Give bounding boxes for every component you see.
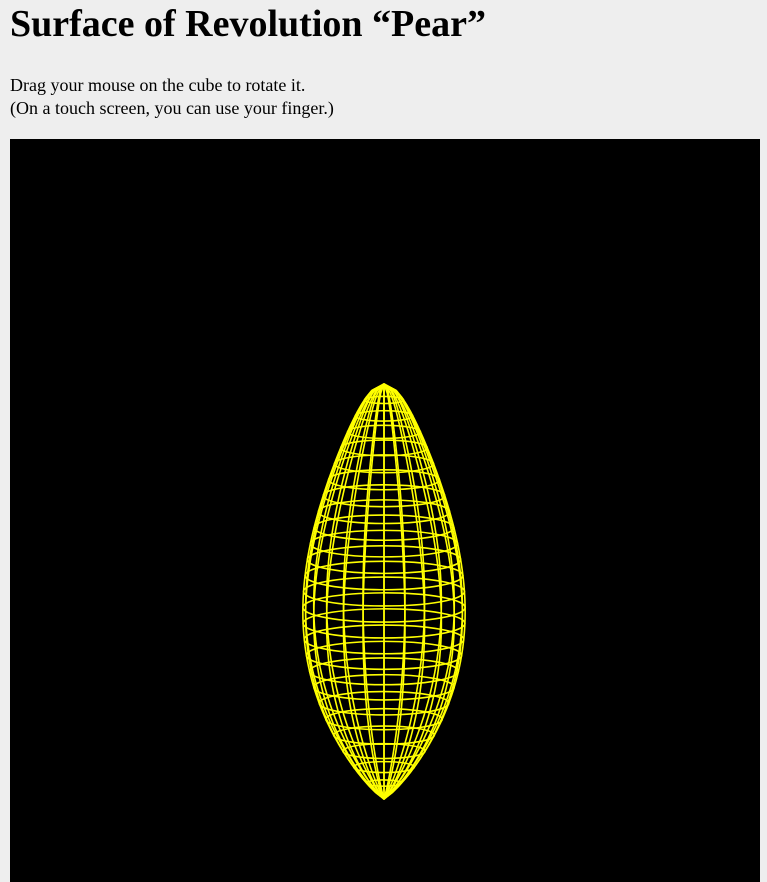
wireframe-meridian	[383, 383, 406, 800]
3d-viewport[interactable]	[10, 139, 760, 882]
page-title: Surface of Revolution “Pear”	[10, 3, 486, 45]
wireframe-meridian	[362, 383, 385, 800]
instructions: Drag your mouse on the cube to rotate it…	[10, 74, 334, 120]
instruction-line-1: Drag your mouse on the cube to rotate it…	[10, 75, 306, 95]
pear-wireframe	[302, 383, 466, 800]
instruction-line-2: (On a touch screen, you can use your fin…	[10, 98, 334, 118]
